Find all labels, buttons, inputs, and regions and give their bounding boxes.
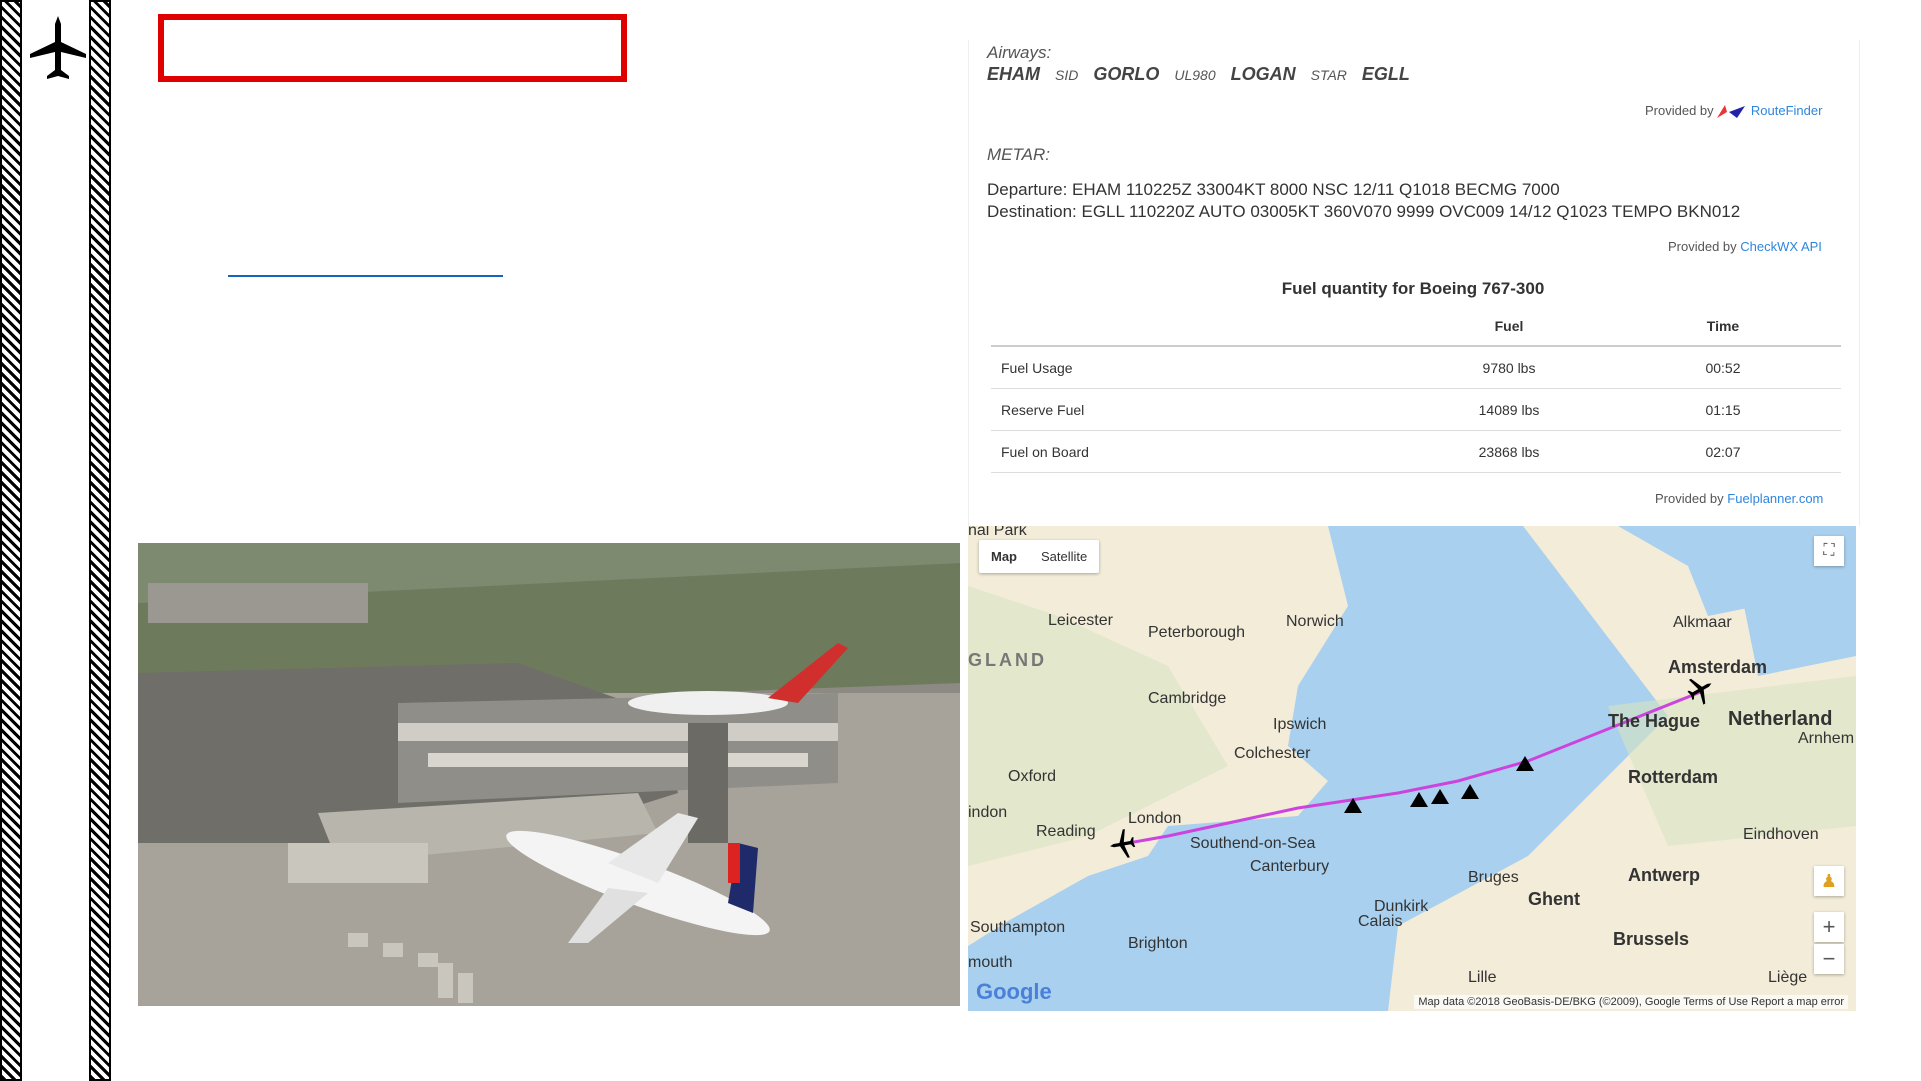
blue-underline-link[interactable] [228, 275, 503, 277]
map-label: Southampton [970, 919, 1066, 936]
zoom-out-button[interactable]: − [1814, 944, 1844, 974]
map-label: Brussels [1613, 929, 1690, 949]
map-label: Antwerp [1628, 865, 1700, 885]
street-view-pegman-icon[interactable]: ♟ [1814, 866, 1844, 896]
routefinder-credit: Provided by RouteFinder [1645, 103, 1822, 119]
waypoint-marker [1461, 784, 1479, 799]
airport-screenshot-image [138, 543, 960, 1006]
waypoint-marker [1431, 789, 1449, 804]
fuel-col-time: Time [1605, 307, 1841, 347]
route-waypoint: LOGAN [1230, 64, 1296, 84]
fuel-row-name: Fuel on Board [991, 430, 1413, 473]
fuel-row-name: Reserve Fuel [991, 388, 1413, 431]
map-label: London [1128, 810, 1182, 827]
route-waypoint: EHAM [987, 64, 1040, 84]
map-attribution: Map data ©2018 GeoBasis-DE/BKG (©2009), … [1414, 995, 1848, 1009]
tab-map[interactable]: Map [979, 540, 1029, 573]
map-label: Amsterdam [1668, 657, 1768, 677]
provided-by-text: Provided by [1668, 239, 1737, 254]
route-waypoint: EGLL [1361, 64, 1410, 84]
map-label: Bruges [1468, 869, 1519, 886]
provided-by-text: Provided by [1645, 103, 1714, 118]
map-label: nal Park [968, 526, 1027, 539]
fuel-table: Fuel Time Fuel Usage 9780 lbs 00:52 Rese… [991, 307, 1841, 473]
map-label: Dunkirk [1374, 898, 1429, 915]
zoom-in-button[interactable]: + [1814, 912, 1844, 942]
map-label: Lille [1468, 969, 1497, 986]
fuel-title: Fuel quantity for Boeing 767-300 [1281, 279, 1545, 298]
fuel-row-fuel: 23868 lbs [1413, 430, 1605, 473]
waypoint-marker [1410, 792, 1428, 807]
fuelplanner-credit: Provided by Fuelplanner.com [1655, 491, 1823, 506]
tab-satellite[interactable]: Satellite [1029, 540, 1099, 573]
route-string: EHAM SID GORLO UL980 LOGAN STAR EGLL [987, 64, 1410, 85]
fuel-col-name [991, 307, 1413, 347]
map-label: Rotterdam [1628, 767, 1719, 787]
fuel-row-time: 02:07 [1605, 430, 1841, 473]
fuel-row-name: Fuel Usage [991, 346, 1413, 389]
routefinder-logo-icon [1717, 104, 1746, 118]
map-label: Cambridge [1148, 690, 1227, 707]
fuel-row-fuel: 14089 lbs [1413, 388, 1605, 431]
airways-label: Airways: [987, 43, 1052, 62]
table-row: Fuel Usage 9780 lbs 00:52 [991, 346, 1841, 389]
metar-departure: Departure: EHAM 110225Z 33004KT 8000 NSC… [987, 180, 1560, 199]
flight-route [1110, 678, 1712, 858]
map-label: indon [968, 804, 1008, 821]
left-hatch-border [0, 0, 22, 1081]
fuelplanner-link[interactable]: Fuelplanner.com [1727, 491, 1823, 506]
map-label: The Hague [1608, 711, 1701, 731]
route-airway: SID [1055, 67, 1079, 83]
map-label: Colchester [1234, 745, 1311, 762]
airplane-icon [30, 16, 86, 79]
map-label: Oxford [1008, 768, 1057, 785]
map-label: Netherland [1728, 708, 1833, 730]
map-label: Eindhoven [1743, 826, 1819, 843]
map-label: Alkmaar [1673, 614, 1732, 631]
title-placeholder-box [158, 14, 627, 82]
map-label: Norwich [1286, 613, 1344, 630]
map-label: Ghent [1528, 889, 1580, 909]
map-label: Leicester [1048, 612, 1113, 629]
map-label: mouth [968, 954, 1013, 971]
fuel-row-time: 01:15 [1605, 388, 1841, 431]
map-type-tabs: Map Satellite [979, 540, 1100, 573]
arrival-airplane-icon [1110, 829, 1136, 858]
fuel-row-time: 00:52 [1605, 346, 1841, 389]
map-label: Liège [1768, 969, 1808, 986]
checkwx-credit: Provided by CheckWX API [1668, 239, 1822, 254]
table-row: Reserve Fuel 14089 lbs 01:15 [991, 388, 1841, 431]
fuel-col-fuel: Fuel [1413, 307, 1605, 347]
route-map[interactable]: nal Park Leicester Peterborough Norwich … [968, 526, 1856, 1011]
provided-by-text: Provided by [1655, 491, 1724, 506]
map-label: Peterborough [1148, 624, 1245, 641]
table-row: Fuel on Board 23868 lbs 02:07 [991, 430, 1841, 473]
fullscreen-icon[interactable]: ⛶ [1814, 536, 1844, 566]
map-label: Brighton [1128, 935, 1188, 952]
map-label: Southend-on-Sea [1190, 835, 1316, 852]
route-airway: UL980 [1174, 67, 1216, 83]
route-waypoint: GORLO [1093, 64, 1160, 84]
routefinder-link[interactable]: RouteFinder [1751, 103, 1823, 118]
map-label: Reading [1036, 823, 1096, 840]
metar-label: METAR: [987, 145, 1050, 164]
map-label: Ipswich [1273, 716, 1327, 733]
map-label: GLAND [968, 650, 1047, 670]
map-label: Arnhem [1798, 730, 1855, 747]
checkwx-link[interactable]: CheckWX API [1740, 239, 1822, 254]
right-hatch-border [89, 0, 111, 1081]
route-airway: STAR [1310, 67, 1347, 83]
map-label: Canterbury [1250, 858, 1330, 875]
fuel-row-fuel: 9780 lbs [1413, 346, 1605, 389]
metar-destination: Destination: EGLL 110220Z AUTO 03005KT 3… [987, 202, 1741, 221]
google-logo: Google [976, 979, 1052, 1004]
